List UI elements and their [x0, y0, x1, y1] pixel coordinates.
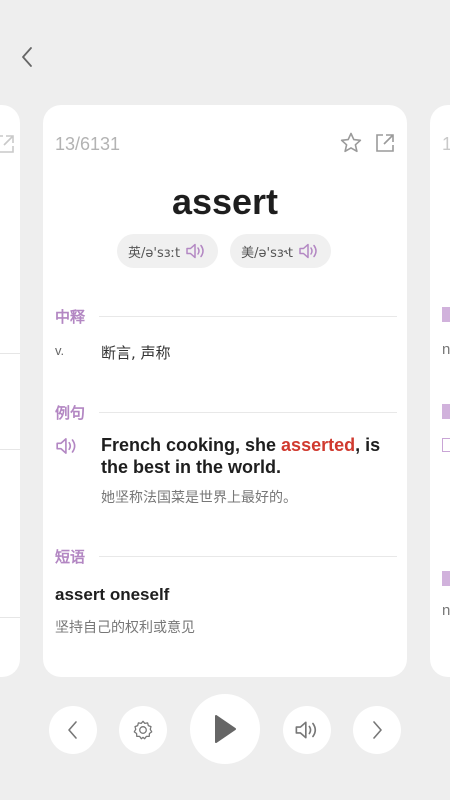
headword: assert — [171, 181, 279, 222]
chevron-left-icon — [22, 47, 32, 67]
favorite-button[interactable] — [339, 131, 363, 155]
external-link-icon — [0, 135, 14, 153]
divider — [99, 316, 397, 317]
example-speaker-button[interactable] — [55, 435, 79, 457]
uk-phonetic: 英/ə'sɜːt — [128, 245, 181, 261]
speaker-icon — [299, 243, 317, 259]
example-section-header: 例句 — [55, 402, 397, 423]
text-fragment: n — [442, 602, 450, 619]
phrase-meaning: 坚持自己的权利或意见 — [55, 620, 195, 636]
us-phonetic: 美/ə'sɜ˞t — [241, 245, 293, 261]
external-link-icon — [376, 134, 394, 152]
pronunciation-row: 英/ə'sɜːt 美/ə'sɜ˞t — [117, 234, 331, 268]
part-of-speech: v. — [55, 343, 65, 358]
divider — [99, 412, 397, 413]
divider — [99, 556, 397, 557]
divider — [0, 617, 20, 618]
example-text: French cooking, she — [101, 435, 282, 455]
speaker-icon — [186, 243, 204, 259]
word-card: 13/6131 assert 英/ə'sɜːt 美/ə'sɜ˞t 中释 v. 断… — [43, 105, 407, 677]
section-title: 短语 — [55, 548, 86, 566]
definition: 断言, 声称 — [101, 344, 171, 362]
speaker-icon — [56, 438, 76, 454]
uk-pronunciation-button[interactable]: 英/ə'sɜːt — [117, 234, 219, 268]
section-title: 中释 — [55, 308, 86, 326]
word-counter: 13/6131 — [55, 134, 121, 154]
example-sentence: French cooking, she asserted, is the bes… — [101, 434, 391, 478]
us-pronunciation-button[interactable]: 美/ə'sɜ˞t — [230, 234, 331, 268]
star-outline-icon — [340, 132, 362, 153]
phrase: assert oneself — [55, 585, 170, 604]
back-button[interactable] — [14, 44, 40, 70]
gear-icon — [133, 720, 153, 740]
counter-fragment: 1 — [442, 134, 450, 154]
speaker-icon — [295, 721, 317, 739]
card-actions — [339, 131, 397, 155]
previous-card-peek[interactable] — [0, 105, 20, 677]
share-button[interactable] — [373, 131, 397, 155]
phrase-section-header: 短语 — [55, 546, 397, 567]
example-highlight: asserted — [281, 435, 356, 455]
next-button[interactable] — [353, 706, 401, 754]
section-title: 例句 — [55, 404, 86, 422]
sound-button[interactable] — [283, 706, 331, 754]
next-card-peek[interactable]: 1 n n — [430, 105, 450, 677]
section-title-fragment — [442, 571, 450, 586]
divider — [0, 449, 20, 450]
settings-button[interactable] — [119, 706, 167, 754]
chevron-right-icon — [373, 721, 382, 739]
section-title-fragment — [442, 404, 450, 419]
divider — [0, 353, 20, 354]
play-icon — [215, 715, 236, 743]
section-title-fragment — [442, 307, 450, 322]
play-button[interactable] — [190, 694, 260, 764]
playback-controls — [0, 694, 450, 766]
previous-button[interactable] — [49, 706, 97, 754]
text-fragment: n — [442, 341, 450, 358]
speaker-fragment — [442, 438, 450, 452]
chevron-left-icon — [68, 721, 77, 739]
example-translation: 她坚称法国菜是世界上最好的。 — [101, 490, 297, 506]
meaning-section-header: 中释 — [55, 306, 397, 327]
